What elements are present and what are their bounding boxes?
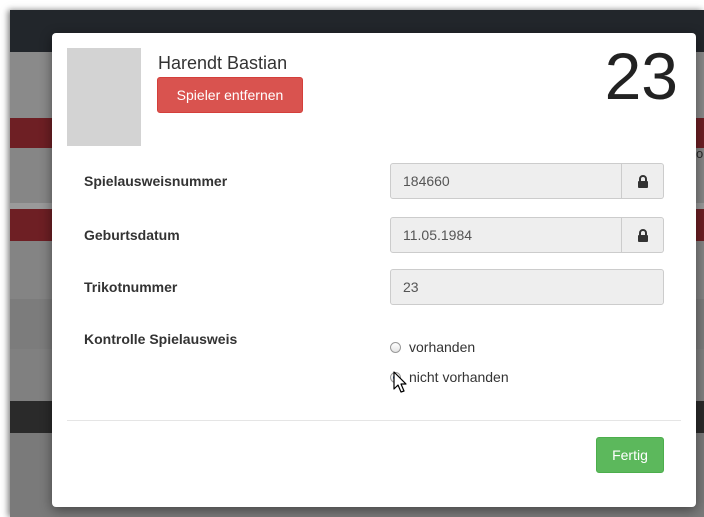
- lock-icon: [637, 228, 648, 242]
- radio-option-present[interactable]: vorhanden: [390, 339, 475, 355]
- jersey-number-display: 23: [604, 39, 678, 113]
- lock-icon: [637, 174, 648, 188]
- player-name: Harendt Bastian: [158, 53, 288, 73]
- mouse-pointer-icon: [393, 371, 407, 393]
- pass-number-label: Spielausweisnummer: [84, 173, 228, 189]
- pass-number-group: 184660: [390, 163, 664, 199]
- footer-divider: [67, 420, 681, 421]
- player-modal: Harendt Bastian Spieler entfernen 23 Spi…: [52, 33, 696, 507]
- player-photo-placeholder: [67, 48, 141, 146]
- birth-date-lock-addon: [622, 217, 664, 253]
- pass-number-field[interactable]: 184660: [390, 163, 622, 199]
- jersey-number-label: Trikotnummer: [84, 279, 178, 295]
- pass-check-label: Kontrolle Spielausweis: [84, 331, 238, 347]
- pass-number-lock-addon: [622, 163, 664, 199]
- remove-player-button[interactable]: Spieler entfernen: [157, 77, 303, 113]
- birth-date-field[interactable]: 11.05.1984: [390, 217, 622, 253]
- done-button[interactable]: Fertig: [596, 437, 664, 473]
- radio-present[interactable]: [390, 341, 401, 353]
- backdrop-edge-text: o: [696, 146, 704, 161]
- birth-date-group: 11.05.1984: [390, 217, 664, 253]
- radio-not-present-label: nicht vorhanden: [409, 369, 509, 385]
- jersey-number-field[interactable]: 23: [390, 269, 664, 305]
- radio-present-label: vorhanden: [409, 339, 476, 355]
- birth-date-label: Geburtsdatum: [84, 227, 180, 243]
